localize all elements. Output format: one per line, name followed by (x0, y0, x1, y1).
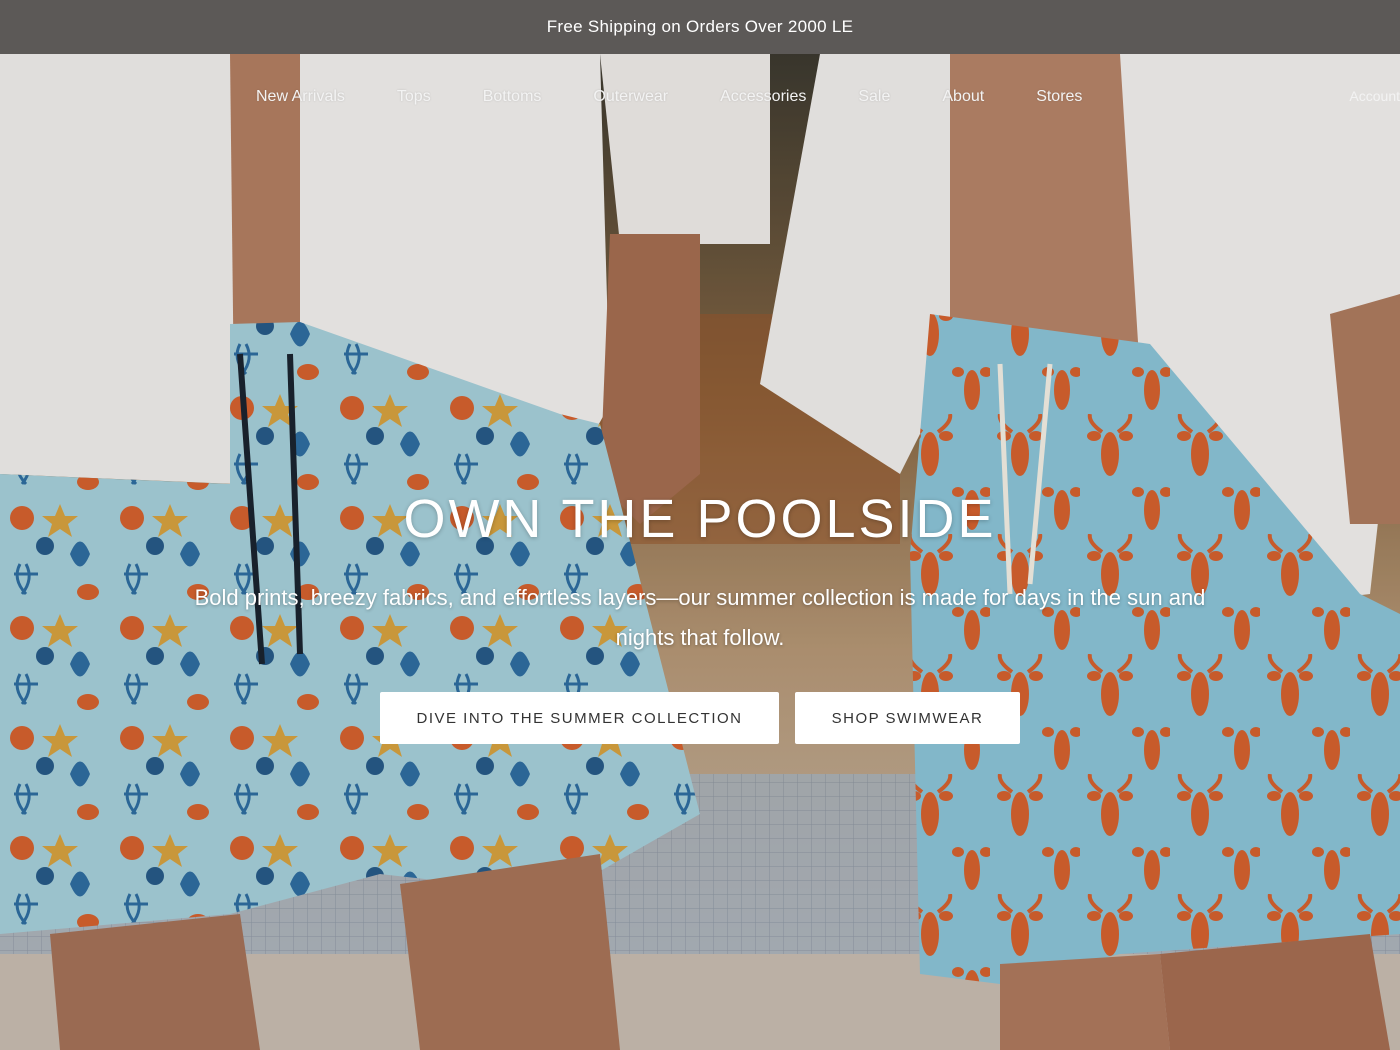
hero-banner (0, 54, 1400, 1050)
nav-link-bottoms[interactable]: Bottoms (483, 88, 542, 106)
main-navigation: New Arrivals Tops Bottoms Outerwear Acce… (0, 54, 1400, 144)
hero-cta-group: DIVE INTO THE SUMMER COLLECTION SHOP SWI… (380, 692, 1020, 744)
shop-swimwear-button[interactable]: SHOP SWIMWEAR (795, 692, 1020, 744)
hero-title: OWN THE POOLSIDE (403, 489, 997, 549)
nav-link-outerwear[interactable]: Outerwear (593, 88, 668, 106)
hero-image (0, 54, 1400, 1050)
nav-link-about[interactable]: About (942, 88, 984, 106)
nav-link-tops[interactable]: Tops (397, 88, 431, 106)
summer-collection-button[interactable]: DIVE INTO THE SUMMER COLLECTION (380, 692, 779, 744)
nav-link-accessories[interactable]: Accessories (720, 88, 806, 106)
nav-link-new-arrivals[interactable]: New Arrivals (256, 88, 345, 106)
nav-link-sale[interactable]: Sale (858, 88, 890, 106)
announcement-bar: Free Shipping on Orders Over 2000 LE (0, 0, 1400, 54)
announcement-text: Free Shipping on Orders Over 2000 LE (546, 17, 854, 36)
hero-subtitle: Bold prints, breezy fabrics, and effortl… (194, 585, 1206, 650)
nav-link-stores[interactable]: Stores (1036, 88, 1082, 106)
nav-links: New Arrivals Tops Bottoms Outerwear Acce… (256, 88, 1134, 106)
page: Free Shipping on Orders Over 2000 LE New… (0, 0, 1400, 1050)
account-link[interactable]: Account (1349, 88, 1400, 104)
